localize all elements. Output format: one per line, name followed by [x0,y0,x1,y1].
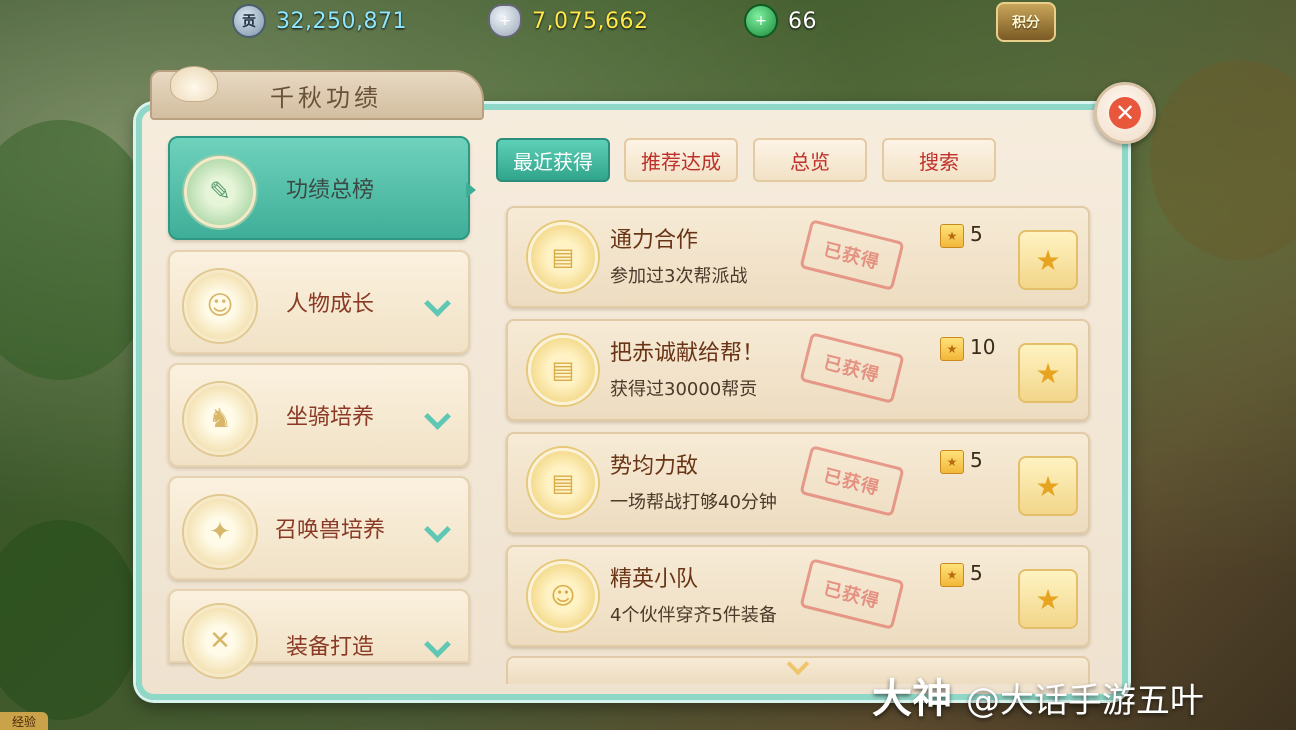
obtained-stamp: 已获得 [799,445,905,517]
achievement-medal-icon: ▤ [528,335,598,405]
category-label: 召唤兽培养 [274,518,385,543]
category-label: 坐骑培养 [285,405,374,430]
panel-title-plate: 千秋功绩 [150,66,484,120]
mount-icon: ♞ [184,383,256,455]
chevron-down-icon[interactable] [424,635,452,655]
category-label: 装备打造 [285,635,374,660]
achievement-title: 通力合作 [610,228,699,253]
currency-bar: 贡 32,250,871 + 7,075,662 + 66 积分 [0,0,1296,44]
obtained-stamp: 已获得 [799,558,905,630]
category-mount-training[interactable]: ♞ 坐骑培养 [168,363,470,467]
silver-currency[interactable]: + 7,075,662 [488,4,649,38]
silver-value: 7,075,662 [532,8,649,34]
chevron-down-icon[interactable] [424,520,452,540]
achievement-medal-icon: ▤ [528,222,598,292]
bang-contribution-value: 32,250,871 [276,8,407,34]
achievement-title: 把赤诚献给帮！ [610,341,765,366]
achievement-description: 参加过3次帮派战 [610,266,748,287]
tab-recently-obtained[interactable]: 最近获得 [496,138,610,182]
achievement-description: 4个伙伴穿齐5件装备 [610,605,777,626]
category-summon-beast-training[interactable]: ✦ 召唤兽培养 [168,476,470,580]
bang-contribution-icon: 贡 [232,4,266,38]
summon-beast-icon: ✦ [184,496,256,568]
achievement-description: 获得过30000帮贡 [610,379,758,400]
panel-title: 千秋功绩 [270,83,382,112]
silver-ingot-icon[interactable]: + [488,4,522,38]
achievement-card[interactable]: ▤ 把赤诚献给帮！ 获得过30000帮贡 已获得 ★ 10 ★ [506,319,1090,421]
character-icon: ☺ [184,270,256,342]
reward-icon[interactable]: ★ [1018,456,1078,516]
chevron-down-icon[interactable] [424,294,452,314]
watermark-brand: 大神 [872,676,952,722]
close-button[interactable]: ✕ [1094,82,1156,144]
exp-label: 经验 [0,712,48,730]
scroll-icon: ✎ [184,156,256,228]
achievement-title: 精英小队 [610,567,699,592]
achievement-description: 一场帮战打够40分钟 [610,492,777,513]
achievement-medal-icon: ▤ [528,448,598,518]
active-category-pointer [466,182,476,198]
achievement-points: 5 [970,448,983,472]
achievement-points: 5 [970,222,983,246]
close-icon[interactable]: ✕ [1109,97,1141,129]
category-label: 功绩总榜 [285,178,374,203]
obtained-stamp: 已获得 [799,219,905,291]
category-achievement-ranking[interactable]: ✎ 功绩总榜 [168,136,470,240]
background-foliage [1150,60,1296,260]
tab-search[interactable]: 搜索 [882,138,996,182]
bang-contribution-currency: 贡 32,250,871 [232,4,407,38]
scroll-more-chevron-icon[interactable] [784,656,812,678]
achievement-card[interactable]: ▤ 势均力敌 一场帮战打够40分钟 已获得 ★ 5 ★ [506,432,1090,534]
reward-icon[interactable]: ★ [1018,569,1078,629]
points-button[interactable]: 积分 [996,2,1056,42]
achievement-card[interactable]: ▤ 通力合作 参加过3次帮派战 已获得 ★ 5 ★ [506,206,1090,308]
tab-recommended[interactable]: 推荐达成 [624,138,738,182]
achievement-title: 势均力敌 [610,454,699,479]
category-equipment-forging[interactable]: ✕ 装备打造 [168,589,470,677]
jade-currency[interactable]: + 66 [744,4,817,38]
reward-icon[interactable]: ★ [1018,343,1078,403]
reward-icon[interactable]: ★ [1018,230,1078,290]
achievement-points-icon: ★ [940,337,964,361]
achievement-points-icon: ★ [940,563,964,587]
equipment-icon: ✕ [184,605,256,677]
jade-icon[interactable]: + [744,4,778,38]
lotus-ornament-icon [170,66,218,102]
achievement-points: 10 [970,335,996,359]
category-character-growth[interactable]: ☺ 人物成长 [168,250,470,354]
jade-value: 66 [788,8,817,34]
watermark: 大神 @大话手游五叶 [872,666,1204,724]
obtained-stamp: 已获得 [799,332,905,404]
achievement-card[interactable]: ☺ 精英小队 4个伙伴穿齐5件装备 已获得 ★ 5 ★ [506,545,1090,647]
background-foliage [0,520,140,720]
chevron-down-icon[interactable] [424,407,452,427]
achievement-points: 5 [970,561,983,585]
achievement-points-icon: ★ [940,224,964,248]
category-label: 人物成长 [285,292,374,317]
watermark-handle: @大话手游五叶 [965,681,1204,721]
achievement-points-icon: ★ [940,450,964,474]
achievement-medal-icon: ☺ [528,561,598,631]
tab-overview[interactable]: 总览 [753,138,867,182]
